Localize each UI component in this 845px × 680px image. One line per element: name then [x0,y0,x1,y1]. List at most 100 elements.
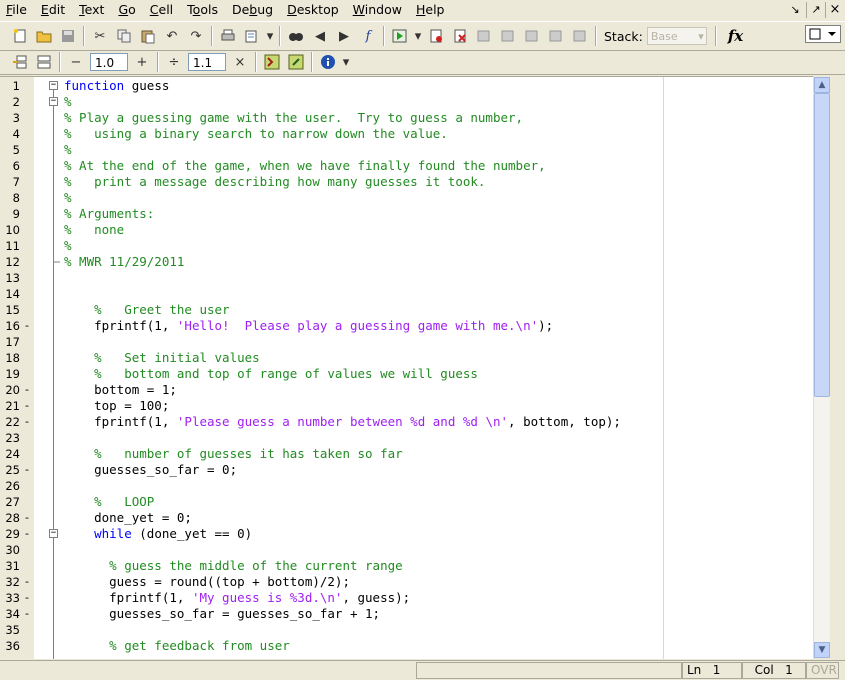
open-folder-icon[interactable] [33,25,55,47]
multiply-button[interactable]: × [229,51,251,73]
menu-file[interactable]: File [0,0,35,20]
menu-window[interactable]: Window [347,0,410,20]
evaluate-advance-icon[interactable] [261,51,283,73]
code-line[interactable]: 3 % Play a guessing game with the user. T… [0,110,813,126]
code-line[interactable]: 21- top = 100; [0,398,813,414]
breakpoint-marker[interactable]: - [25,526,29,542]
code-line[interactable]: 30 [0,542,813,558]
divide-button[interactable]: ÷ [163,51,185,73]
divisor-value-field[interactable]: 1.1 [188,53,226,71]
forward-arrow-icon[interactable]: ▶ [333,25,355,47]
cut-icon[interactable]: ✂ [89,25,111,47]
fold-collapse-icon[interactable]: − [49,529,58,538]
menu-text[interactable]: Text [73,0,112,20]
exit-debug-icon[interactable] [569,25,591,47]
breakpoint-marker[interactable]: - [25,462,29,478]
code-line[interactable]: 29- − while (done_yet == 0) [0,526,813,542]
paste-icon[interactable] [137,25,159,47]
clear-breakpoints-icon[interactable] [449,25,471,47]
copy-icon[interactable] [113,25,135,47]
code-line[interactable]: 19 % bottom and top of range of values w… [0,366,813,382]
code-line[interactable]: 28- done_yet = 0; [0,510,813,526]
new-file-icon[interactable] [9,25,31,47]
code-line[interactable]: 10 % none [0,222,813,238]
code-line[interactable]: 11% [0,238,813,254]
print-icon[interactable] [217,25,239,47]
code-line[interactable]: 7 % print a message describing how many g… [0,174,813,190]
code-line[interactable]: 27 % LOOP [0,494,813,510]
step-out-icon[interactable] [521,25,543,47]
breakpoint-marker[interactable]: - [25,590,29,606]
code-line[interactable]: 32- guess = round((top + bottom)/2); [0,574,813,590]
vertical-scrollbar[interactable]: ▲ ▼ [813,77,830,658]
undo-icon[interactable]: ↶ [161,25,183,47]
menu-go[interactable]: Go [112,0,143,20]
decrement-button[interactable]: − [65,51,87,73]
code-line[interactable]: 25- guesses_so_far = 0; [0,462,813,478]
code-line[interactable]: 5% [0,142,813,158]
menu-debug[interactable]: Debug [226,0,281,20]
breakpoint-marker[interactable]: - [25,382,29,398]
window-layout-button[interactable] [805,25,841,43]
menu-help[interactable]: Help [410,0,453,20]
evaluate-file-icon[interactable] [285,51,307,73]
fx-function-icon[interactable]: fx [728,27,743,45]
breakpoint-marker[interactable]: - [25,574,29,590]
code-line[interactable]: 13 [0,270,813,286]
increment-button[interactable]: + [131,51,153,73]
help-info-icon[interactable] [317,51,339,73]
breakpoint-marker[interactable]: - [25,414,29,430]
code-line[interactable]: 36 % get feedback from user [0,638,813,654]
code-line[interactable]: 16- fprintf(1, 'Hello! Please play a gue… [0,318,813,334]
save-icon[interactable] [57,25,79,47]
code-line[interactable]: 15 % Greet the user [0,302,813,318]
breakpoint-marker[interactable]: - [25,318,29,334]
scroll-up-icon[interactable]: ▲ [814,77,830,93]
code-line[interactable]: 4 % using a binary search to narrow down … [0,126,813,142]
code-editor[interactable]: 1− function guess 2−% 3% Play a guessing ga… [0,76,813,659]
code-line[interactable]: 26 [0,478,813,494]
code-line[interactable]: 20- bottom = 1; [0,382,813,398]
dock-icon[interactable]: ↗ [806,2,825,18]
decrement-value-field[interactable]: 1.0 [90,53,128,71]
undock-icon[interactable]: ↘ [786,2,804,18]
close-icon[interactable]: × [825,2,844,18]
code-line[interactable]: 31 % guess the middle of the current ran… [0,558,813,574]
menu-cell[interactable]: Cell [144,0,181,20]
breakpoint-marker[interactable]: - [25,606,29,622]
code-line[interactable]: 14 [0,286,813,302]
insert-cell-break-icon[interactable] [9,51,31,73]
continue-icon[interactable] [545,25,567,47]
back-arrow-icon[interactable]: ◀ [309,25,331,47]
code-line[interactable]: 2 −% [0,94,813,110]
run-dropdown-icon[interactable]: ▾ [413,25,423,47]
code-line[interactable]: 23 [0,430,813,446]
menu-tools[interactable]: Tools [181,0,226,20]
redo-icon[interactable]: ↷ [185,25,207,47]
code-line[interactable]: 1 − function guess [0,78,813,94]
run-icon[interactable] [389,25,411,47]
code-line[interactable]: 35 [0,622,813,638]
breakpoint-marker[interactable]: - [25,398,29,414]
code-line[interactable]: 8% [0,190,813,206]
scroll-thumb[interactable] [814,93,830,397]
fold-collapse-icon[interactable]: − [49,97,58,106]
code-line[interactable]: 17 [0,334,813,350]
step-icon[interactable] [473,25,495,47]
page-setup-icon[interactable] [241,25,263,47]
breakpoint-marker[interactable]: - [25,510,29,526]
menu-edit[interactable]: Edit [35,0,73,20]
help-dropdown-icon[interactable]: ▾ [341,51,351,73]
code-line[interactable]: 12 % MWR 11/29/2011 [0,254,813,270]
menu-desktop[interactable]: Desktop [281,0,347,20]
code-line[interactable]: 18 % Set initial values [0,350,813,366]
code-line[interactable]: 9 % Arguments: [0,206,813,222]
scroll-down-icon[interactable]: ▼ [814,642,830,658]
code-line[interactable]: 24 % number of guesses it has taken so f… [0,446,813,462]
evaluate-cell-icon[interactable] [33,51,55,73]
stack-select[interactable]: Base [646,27,707,46]
set-breakpoint-icon[interactable] [425,25,447,47]
code-line[interactable]: 6 % At the end of the game, when we have … [0,158,813,174]
step-in-icon[interactable] [497,25,519,47]
code-line[interactable]: 33- fprintf(1, 'My guess is %3d.\n', gue… [0,590,813,606]
